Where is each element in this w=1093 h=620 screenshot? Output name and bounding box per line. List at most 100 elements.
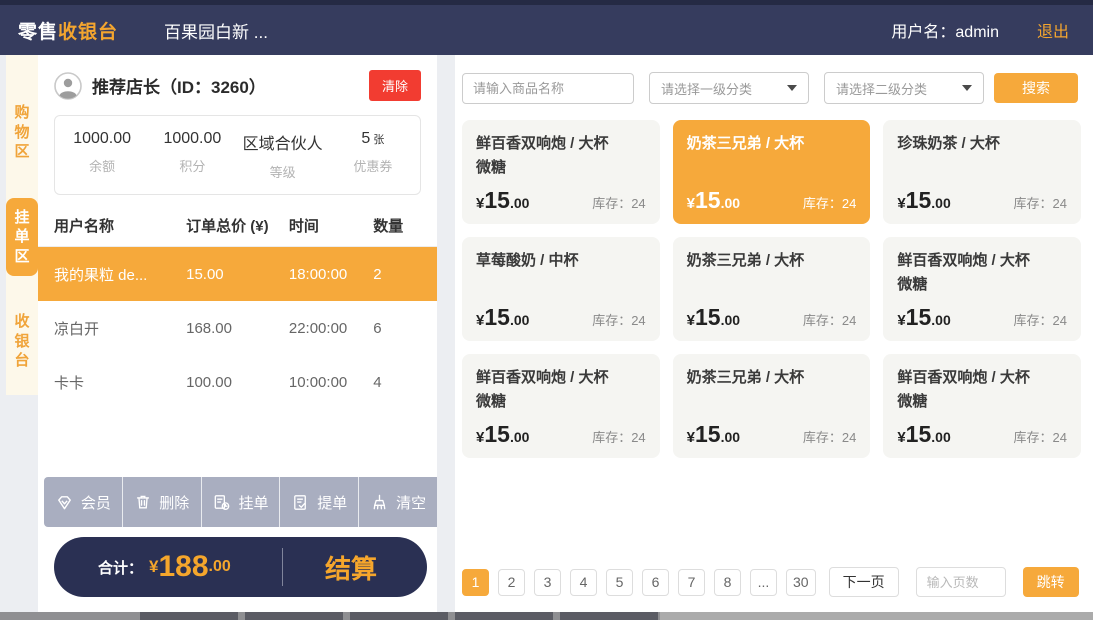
- product-card[interactable]: 珍珠奶茶 / 大杯 ¥15.00库存：24: [883, 120, 1081, 224]
- page-number-input[interactable]: [916, 567, 1006, 597]
- chevron-down-icon: [962, 85, 972, 91]
- product-stock: 库存：24: [1014, 193, 1067, 212]
- orders-table-body: 我的果粒 de...15.0018:00:002凉白开168.0022:00:0…: [38, 247, 437, 409]
- logout-button[interactable]: 退出: [1037, 18, 1069, 42]
- product-price-row: ¥15.00库存：24: [476, 187, 646, 214]
- member-stat-label: 积分: [147, 156, 237, 175]
- total-label: 合计：: [98, 557, 143, 578]
- product-card[interactable]: 奶茶三兄弟 / 大杯¥15.00库存：24: [673, 354, 871, 458]
- product-title: 珍珠奶茶 / 大杯: [897, 132, 1067, 156]
- price-integer: 15: [906, 304, 932, 331]
- 清空-button[interactable]: 清空: [359, 477, 437, 527]
- app-title-prefix: 零售: [18, 22, 58, 43]
- store-name: 百果园白新 ...: [164, 18, 268, 43]
- price-currency: ¥: [476, 429, 484, 446]
- product-stock: 库存：24: [592, 193, 645, 212]
- clear-member-button[interactable]: 清除: [369, 70, 421, 101]
- product-card[interactable]: 草莓酸奶 / 中杯¥15.00库存：24: [462, 237, 660, 341]
- page-button-6[interactable]: 6: [642, 569, 669, 596]
- header-time: 时间: [289, 215, 373, 236]
- 提单-button[interactable]: 提单: [280, 477, 359, 527]
- price-integer: 15: [484, 187, 510, 214]
- page-button-7[interactable]: 7: [678, 569, 705, 596]
- product-title: 鲜百香双响炮 / 大杯: [897, 249, 1067, 273]
- member-stat-value: 区域合伙人: [238, 130, 328, 154]
- price-integer: 15: [906, 421, 932, 448]
- app-title: 零售收银台: [18, 17, 118, 44]
- member-stat-value: 5 张: [328, 130, 418, 148]
- member-stat: 5 张优惠券: [328, 130, 418, 181]
- product-card[interactable]: 鲜百香双响炮 / 大杯微糖¥15.00库存：24: [883, 354, 1081, 458]
- orders-table-header: 用户名称 订单总价 (¥) 时间 数量: [38, 201, 437, 247]
- price-currency: ¥: [687, 195, 695, 212]
- product-card[interactable]: 奶茶三兄弟 / 大杯¥15.00库存：24: [673, 237, 871, 341]
- sidebar-tab-收银台[interactable]: 收银台: [6, 302, 38, 381]
- 会员-button[interactable]: 会员: [44, 477, 123, 527]
- sidebar-tab-挂单区[interactable]: 挂单区: [6, 198, 38, 277]
- product-subtitle: 微糖: [897, 390, 1067, 414]
- category1-select[interactable]: 请选择一级分类: [649, 72, 809, 104]
- username-value: admin: [955, 24, 999, 41]
- product-price-row: ¥15.00库存：24: [476, 304, 646, 331]
- page-button-8[interactable]: 8: [714, 569, 741, 596]
- page-button-5[interactable]: 5: [606, 569, 633, 596]
- product-price-row: ¥15.00库存：24: [897, 187, 1067, 214]
- sidebar-tab-label: 挂单区: [14, 208, 30, 267]
- order-time: 22:00:00: [289, 320, 373, 337]
- page-ellipsis[interactable]: ...: [750, 569, 777, 596]
- 挂单-button[interactable]: 挂单: [202, 477, 281, 527]
- retrieve-order-icon: [291, 493, 310, 512]
- product-name-input[interactable]: [462, 73, 634, 104]
- product-title: 鲜百香双响炮 / 大杯: [476, 132, 646, 156]
- page-button-1[interactable]: 1: [462, 569, 489, 596]
- next-page-button[interactable]: 下一页: [829, 567, 899, 597]
- table-row[interactable]: 卡卡100.0010:00:004: [38, 355, 437, 409]
- left-rail: 购物区挂单区收银台: [0, 55, 38, 612]
- price-decimals: .00: [721, 312, 740, 328]
- price-decimals: .00: [510, 429, 529, 445]
- total-amount: 188: [158, 550, 208, 584]
- action-button-label: 清空: [396, 492, 426, 513]
- product-title: 鲜百香双响炮 / 大杯: [897, 366, 1067, 390]
- product-price-row: ¥15.00库存：24: [687, 187, 857, 214]
- 删除-button[interactable]: 删除: [123, 477, 202, 527]
- search-button[interactable]: 搜索: [994, 73, 1078, 103]
- sidebar-tab-label: 收银台: [14, 312, 30, 371]
- category2-placeholder: 请选择二级分类: [836, 79, 927, 98]
- order-quantity: 6: [373, 320, 421, 337]
- product-stock: 库存：24: [592, 427, 645, 446]
- taskbar-items: [140, 612, 660, 620]
- page-button-30[interactable]: 30: [786, 569, 816, 596]
- page-button-2[interactable]: 2: [498, 569, 525, 596]
- jump-button[interactable]: 跳转: [1023, 567, 1079, 597]
- order-time: 10:00:00: [289, 374, 373, 391]
- product-card[interactable]: 鲜百香双响炮 / 大杯微糖¥15.00库存：24: [883, 237, 1081, 341]
- price-decimals: .00: [721, 429, 740, 445]
- product-panel: 请选择一级分类 请选择二级分类 搜索 鲜百香双响炮 / 大杯微糖¥15.00库存…: [455, 55, 1093, 612]
- action-button-label: 删除: [159, 492, 189, 513]
- tab-rail: 购物区挂单区收银台: [6, 55, 38, 395]
- product-title: 奶茶三兄弟 / 大杯: [687, 249, 857, 273]
- member-stats-box: 1000.00余额1000.00积分区域合伙人等级5 张优惠券: [54, 115, 421, 195]
- action-button-label: 提单: [317, 492, 347, 513]
- product-card[interactable]: 鲜百香双响炮 / 大杯微糖¥15.00库存：24: [462, 120, 660, 224]
- product-subtitle: 微糖: [897, 273, 1067, 297]
- page-button-4[interactable]: 4: [570, 569, 597, 596]
- product-card[interactable]: 奶茶三兄弟 / 大杯 ¥15.00库存：24: [673, 120, 871, 224]
- page-button-3[interactable]: 3: [534, 569, 561, 596]
- product-card[interactable]: 鲜百香双响炮 / 大杯微糖¥15.00库存：24: [462, 354, 660, 458]
- product-title: 奶茶三兄弟 / 大杯: [687, 132, 857, 156]
- total-currency: ¥: [149, 557, 158, 577]
- product-price-row: ¥15.00库存：24: [687, 421, 857, 448]
- category2-select[interactable]: 请选择二级分类: [824, 72, 984, 104]
- price-currency: ¥: [897, 195, 905, 212]
- settle-button[interactable]: 结算: [325, 549, 377, 586]
- app-title-accent: 收银台: [58, 22, 118, 43]
- order-total: 15.00: [186, 266, 289, 283]
- sidebar-tab-购物区[interactable]: 购物区: [6, 93, 38, 172]
- total-decimals: .00: [209, 558, 231, 576]
- table-row[interactable]: 凉白开168.0022:00:006: [38, 301, 437, 355]
- table-row[interactable]: 我的果粒 de...15.0018:00:002: [38, 247, 437, 301]
- price-integer: 15: [695, 304, 721, 331]
- action-button-label: 会员: [81, 492, 111, 513]
